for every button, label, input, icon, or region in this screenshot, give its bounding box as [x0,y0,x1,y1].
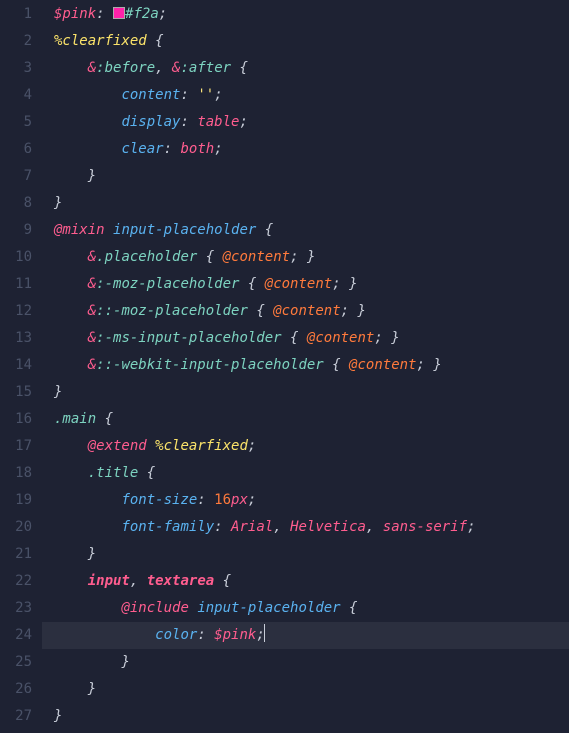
line-gutter: 1 2 3 4 5 6 7 8 9 10 11 12 13 14 15 16 1… [0,0,42,733]
line-number: 18 [0,460,32,487]
code-editor[interactable]: 1 2 3 4 5 6 7 8 9 10 11 12 13 14 15 16 1… [0,0,569,733]
code-line[interactable]: display: table; [54,109,569,136]
line-number: 13 [0,325,32,352]
code-line[interactable]: } [54,379,569,406]
code-line[interactable]: &::-webkit-input-placeholder { @content;… [54,352,569,379]
code-line[interactable]: clear: both; [54,136,569,163]
line-number: 1 [0,1,32,28]
code-line[interactable]: .main { [54,406,569,433]
line-number: 21 [0,541,32,568]
code-line[interactable]: .title { [54,460,569,487]
code-line[interactable]: @mixin input-placeholder { [54,217,569,244]
code-line[interactable]: } [54,190,569,217]
line-number: 26 [0,676,32,703]
code-line-active[interactable]: color: $pink; [42,622,569,649]
code-line[interactable]: } [54,676,569,703]
line-number: 3 [0,55,32,82]
line-number: 15 [0,379,32,406]
line-number: 25 [0,649,32,676]
line-number: 20 [0,514,32,541]
code-line[interactable]: &.placeholder { @content; } [54,244,569,271]
code-line[interactable]: &:-ms-input-placeholder { @content; } [54,325,569,352]
line-number: 11 [0,271,32,298]
line-number: 17 [0,433,32,460]
line-number: 16 [0,406,32,433]
line-number: 2 [0,28,32,55]
line-number: 22 [0,568,32,595]
code-line[interactable]: } [54,163,569,190]
code-line[interactable]: @extend %clearfixed; [54,433,569,460]
code-line[interactable]: font-family: Arial, Helvetica, sans-seri… [54,514,569,541]
line-number: 5 [0,109,32,136]
code-line[interactable]: &::-moz-placeholder { @content; } [54,298,569,325]
text-cursor [264,624,265,642]
line-number: 24 [0,622,32,649]
line-number: 8 [0,190,32,217]
color-swatch-icon [113,7,125,19]
code-line[interactable]: } [54,649,569,676]
line-number: 19 [0,487,32,514]
line-number: 7 [0,163,32,190]
code-line[interactable]: content: ''; [54,82,569,109]
code-line[interactable]: font-size: 16px; [54,487,569,514]
line-number: 27 [0,703,32,730]
code-line[interactable]: @include input-placeholder { [54,595,569,622]
line-number: 10 [0,244,32,271]
code-line[interactable]: } [54,703,569,730]
line-number: 14 [0,352,32,379]
line-number: 23 [0,595,32,622]
code-line[interactable]: input, textarea { [54,568,569,595]
code-area[interactable]: $pink: #f2a; %clearfixed { &:before, &:a… [42,0,569,733]
line-number: 4 [0,82,32,109]
code-line[interactable]: $pink: #f2a; [54,1,569,28]
line-number: 6 [0,136,32,163]
code-line[interactable]: %clearfixed { [54,28,569,55]
code-line[interactable]: &:before, &:after { [54,55,569,82]
line-number: 12 [0,298,32,325]
code-line[interactable]: &:-moz-placeholder { @content; } [54,271,569,298]
code-line[interactable]: } [54,541,569,568]
line-number: 9 [0,217,32,244]
